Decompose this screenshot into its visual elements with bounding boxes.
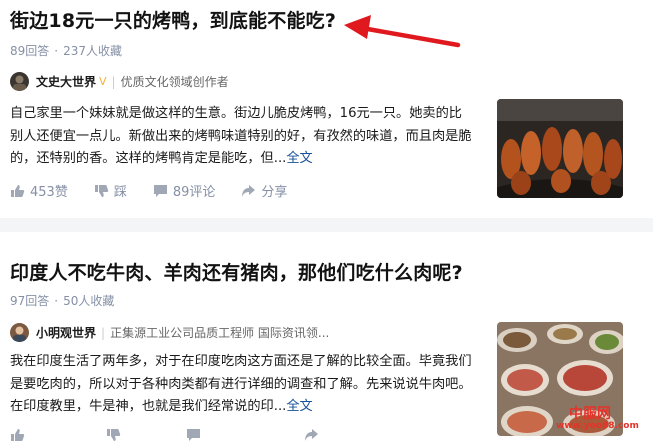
separator: | bbox=[101, 325, 106, 340]
dislike-label: 踩 bbox=[113, 185, 127, 200]
thumbs-down-icon bbox=[94, 184, 109, 197]
separator: | bbox=[111, 74, 116, 89]
comment-count: 89评论 bbox=[172, 185, 216, 200]
author-name[interactable]: 小明观世界 bbox=[36, 324, 96, 341]
author-line: 文史大世界 V | 优质文化领域创作者 bbox=[10, 72, 229, 91]
read-more-link[interactable]: 全文 bbox=[286, 399, 312, 414]
excerpt-text: 自己家里一个妹妹就是做这样的生意。街边儿脆皮烤鸭，16元一只。她卖的比别人还便宜… bbox=[10, 106, 472, 166]
post-excerpt[interactable]: 我在印度生活了两年多，对于在印度吃肉这方面还是了解的比较全面。毕竟我们是要吃肉的… bbox=[10, 351, 475, 419]
share-icon bbox=[305, 429, 318, 441]
post-title[interactable]: 街边18元一只的烤鸭，到底能不能吃? bbox=[10, 6, 336, 33]
favorite-count: 50人收藏 bbox=[63, 294, 115, 308]
comment-button[interactable] bbox=[186, 428, 206, 442]
answer-count[interactable]: 97回答 bbox=[10, 294, 49, 308]
avatar[interactable] bbox=[10, 323, 29, 342]
comment-icon bbox=[153, 184, 167, 197]
action-bar: 453赞 踩 89评论 分享 bbox=[10, 181, 313, 200]
post-meta: 89回答 · 237人收藏 bbox=[10, 44, 123, 58]
author-line: 小明观世界 | 正集源工业公司品质工程师 国际资讯领... bbox=[10, 323, 329, 342]
thumbs-up-icon bbox=[11, 184, 25, 197]
like-count: 453赞 bbox=[30, 185, 68, 200]
comment-button[interactable]: 89评论 bbox=[153, 181, 216, 200]
read-more-link[interactable]: 全文 bbox=[286, 151, 312, 166]
post-title[interactable]: 印度人不吃牛肉、羊肉还有猪肉，那他们吃什么肉呢? bbox=[10, 258, 463, 285]
roast-duck-image bbox=[497, 99, 623, 198]
dislike-button[interactable]: 踩 bbox=[94, 181, 127, 200]
share-icon bbox=[242, 184, 256, 197]
comment-icon bbox=[187, 429, 200, 441]
author-name[interactable]: 文史大世界 bbox=[36, 73, 96, 90]
post-meta: 97回答 · 50人收藏 bbox=[10, 294, 115, 308]
author-desc: 优质文化领域创作者 bbox=[120, 75, 229, 89]
post-excerpt[interactable]: 自己家里一个妹妹就是做这样的生意。街边儿脆皮烤鸭，16元一只。她卖的比别人还便宜… bbox=[10, 103, 475, 171]
dislike-button[interactable] bbox=[106, 428, 126, 442]
verified-badge: V bbox=[99, 75, 107, 88]
avatar[interactable] bbox=[10, 72, 29, 91]
author-desc: 正集源工业公司品质工程师 国际资讯领... bbox=[110, 326, 330, 340]
action-bar-partial bbox=[10, 428, 350, 442]
like-button[interactable]: 453赞 bbox=[10, 181, 68, 200]
thumbs-up-icon bbox=[11, 429, 25, 441]
section-divider bbox=[0, 218, 653, 232]
answer-count[interactable]: 89回答 bbox=[10, 44, 49, 58]
watermark-logo: 中服网 bbox=[569, 406, 611, 422]
like-button[interactable] bbox=[10, 428, 30, 442]
excerpt-text: 我在印度生活了两年多，对于在印度吃肉这方面还是了解的比较全面。毕竟我们是要吃肉的… bbox=[10, 354, 472, 414]
share-button[interactable]: 分享 bbox=[241, 181, 287, 200]
share-button[interactable] bbox=[304, 428, 324, 442]
favorite-count: 237人收藏 bbox=[63, 44, 123, 58]
post-thumbnail[interactable] bbox=[497, 99, 623, 198]
watermark-url: www.yoo88.com bbox=[556, 421, 639, 431]
share-label: 分享 bbox=[261, 185, 288, 200]
thumbs-down-icon bbox=[107, 429, 121, 441]
red-arrow-annotation bbox=[344, 15, 461, 48]
